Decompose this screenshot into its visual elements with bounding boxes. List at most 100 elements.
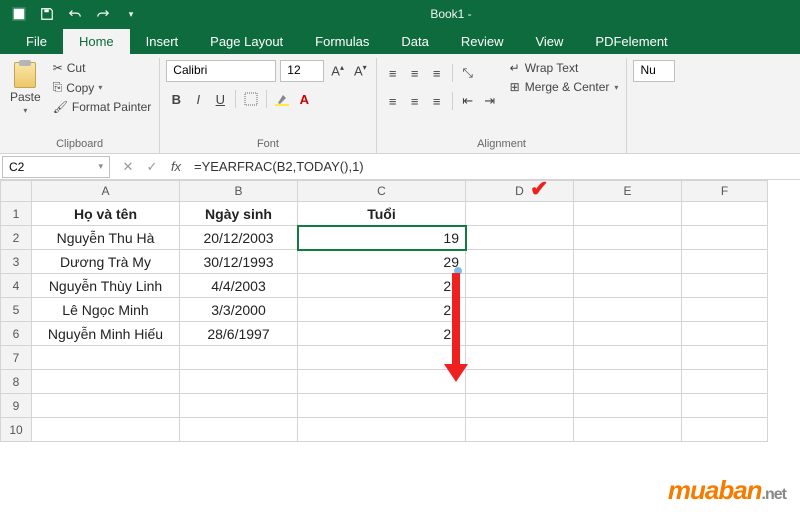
cell[interactable] — [180, 418, 298, 442]
font-size-select[interactable]: 12 — [280, 60, 324, 82]
cell[interactable] — [574, 346, 682, 370]
tab-insert[interactable]: Insert — [130, 29, 195, 54]
align-middle-icon[interactable]: ≡ — [405, 62, 425, 84]
cell[interactable] — [466, 322, 574, 346]
cell[interactable]: 20 — [298, 274, 466, 298]
copy-button[interactable]: ⎘Copy ▾ — [51, 79, 154, 96]
tab-view[interactable]: View — [519, 29, 579, 54]
cell[interactable] — [682, 418, 768, 442]
col-header-A[interactable]: A — [32, 180, 180, 202]
cell[interactable] — [682, 370, 768, 394]
enter-formula-icon[interactable]: ✓ — [140, 156, 164, 178]
row-header[interactable]: 10 — [0, 418, 32, 442]
cell[interactable] — [298, 346, 466, 370]
tab-home[interactable]: Home — [63, 29, 130, 54]
row-header[interactable]: 8 — [0, 370, 32, 394]
cell[interactable] — [574, 418, 682, 442]
row-header[interactable]: 7 — [0, 346, 32, 370]
cell[interactable]: 4/4/2003 — [180, 274, 298, 298]
number-format-select[interactable]: Nu — [633, 60, 675, 82]
cell[interactable] — [466, 250, 574, 274]
align-bottom-icon[interactable]: ≡ — [427, 62, 447, 84]
cell[interactable]: Nguyễn Minh Hiếu — [32, 322, 180, 346]
cancel-formula-icon[interactable]: ✕ — [116, 156, 140, 178]
tab-data[interactable]: Data — [385, 29, 444, 54]
qat-dropdown-icon[interactable]: ▾ — [118, 2, 144, 26]
redo-icon[interactable] — [90, 2, 116, 26]
cell[interactable] — [574, 202, 682, 226]
bold-button[interactable]: B — [166, 88, 186, 110]
cell[interactable]: 20/12/2003 — [180, 226, 298, 250]
row-header[interactable]: 9 — [0, 394, 32, 418]
paste-button[interactable]: Paste ▾ — [6, 60, 45, 117]
cell[interactable] — [32, 370, 180, 394]
cell[interactable] — [682, 202, 768, 226]
decrease-indent-icon[interactable]: ⇤ — [458, 90, 478, 112]
decrease-font-icon[interactable]: A▾ — [351, 63, 370, 78]
cell-selected[interactable]: 19 — [298, 226, 466, 250]
tab-file[interactable]: File — [10, 29, 63, 54]
col-header-B[interactable]: B — [180, 180, 298, 202]
cell[interactable] — [466, 394, 574, 418]
tab-pdfelement[interactable]: PDFelement — [579, 29, 683, 54]
row-header[interactable]: 6 — [0, 322, 32, 346]
cell[interactable] — [466, 298, 574, 322]
borders-button[interactable] — [241, 88, 261, 110]
cell[interactable] — [298, 418, 466, 442]
cell[interactable] — [180, 346, 298, 370]
cell[interactable]: Tuổi — [298, 202, 466, 226]
tab-formulas[interactable]: Formulas — [299, 29, 385, 54]
cell[interactable] — [574, 274, 682, 298]
cell[interactable] — [682, 394, 768, 418]
cell[interactable]: Lê Ngọc Minh — [32, 298, 180, 322]
increase-indent-icon[interactable]: ⇥ — [480, 90, 500, 112]
cell[interactable]: 3/3/2000 — [180, 298, 298, 322]
row-header[interactable]: 1 — [0, 202, 32, 226]
orientation-icon[interactable]: ⤡ — [458, 62, 478, 84]
cell[interactable]: Nguyễn Thùy Linh — [32, 274, 180, 298]
italic-button[interactable]: I — [188, 88, 208, 110]
cell[interactable] — [682, 298, 768, 322]
tab-page-layout[interactable]: Page Layout — [194, 29, 299, 54]
format-painter-button[interactable]: 🖌Format Painter — [51, 99, 154, 115]
cell[interactable] — [574, 322, 682, 346]
cell[interactable] — [574, 298, 682, 322]
name-box[interactable]: C2 ▾ — [2, 156, 110, 178]
align-center-icon[interactable]: ≡ — [405, 90, 425, 112]
cell[interactable]: Dương Trà My — [32, 250, 180, 274]
cell[interactable] — [32, 418, 180, 442]
cell[interactable] — [574, 226, 682, 250]
excel-icon[interactable] — [6, 2, 32, 26]
tab-review[interactable]: Review — [445, 29, 520, 54]
cell[interactable] — [466, 346, 574, 370]
col-header-E[interactable]: E — [574, 180, 682, 202]
chevron-down-icon[interactable]: ▾ — [98, 161, 103, 172]
cell[interactable]: 30/12/1993 — [180, 250, 298, 274]
cell[interactable] — [466, 226, 574, 250]
cell[interactable] — [682, 226, 768, 250]
cell[interactable] — [682, 346, 768, 370]
fx-icon[interactable]: fx — [164, 156, 188, 178]
cell[interactable] — [682, 250, 768, 274]
fill-color-button[interactable] — [272, 88, 292, 110]
cell[interactable] — [574, 250, 682, 274]
cell[interactable]: Ngày sinh — [180, 202, 298, 226]
formula-input[interactable] — [188, 156, 800, 178]
col-header-F[interactable]: F — [682, 180, 768, 202]
select-all-corner[interactable] — [0, 180, 32, 202]
row-header[interactable]: 4 — [0, 274, 32, 298]
cell[interactable] — [574, 370, 682, 394]
cell[interactable] — [682, 322, 768, 346]
cell[interactable]: 23 — [298, 298, 466, 322]
cell[interactable]: 29 — [298, 250, 466, 274]
save-icon[interactable] — [34, 2, 60, 26]
cut-button[interactable]: ✂Cut — [51, 60, 154, 76]
cell[interactable] — [466, 418, 574, 442]
font-color-button[interactable]: A — [294, 88, 314, 110]
col-header-D[interactable]: D — [466, 180, 574, 202]
underline-button[interactable]: U — [210, 88, 230, 110]
cell[interactable]: 26 — [298, 322, 466, 346]
undo-icon[interactable] — [62, 2, 88, 26]
increase-font-icon[interactable]: A▴ — [328, 63, 347, 78]
cell[interactable] — [180, 394, 298, 418]
